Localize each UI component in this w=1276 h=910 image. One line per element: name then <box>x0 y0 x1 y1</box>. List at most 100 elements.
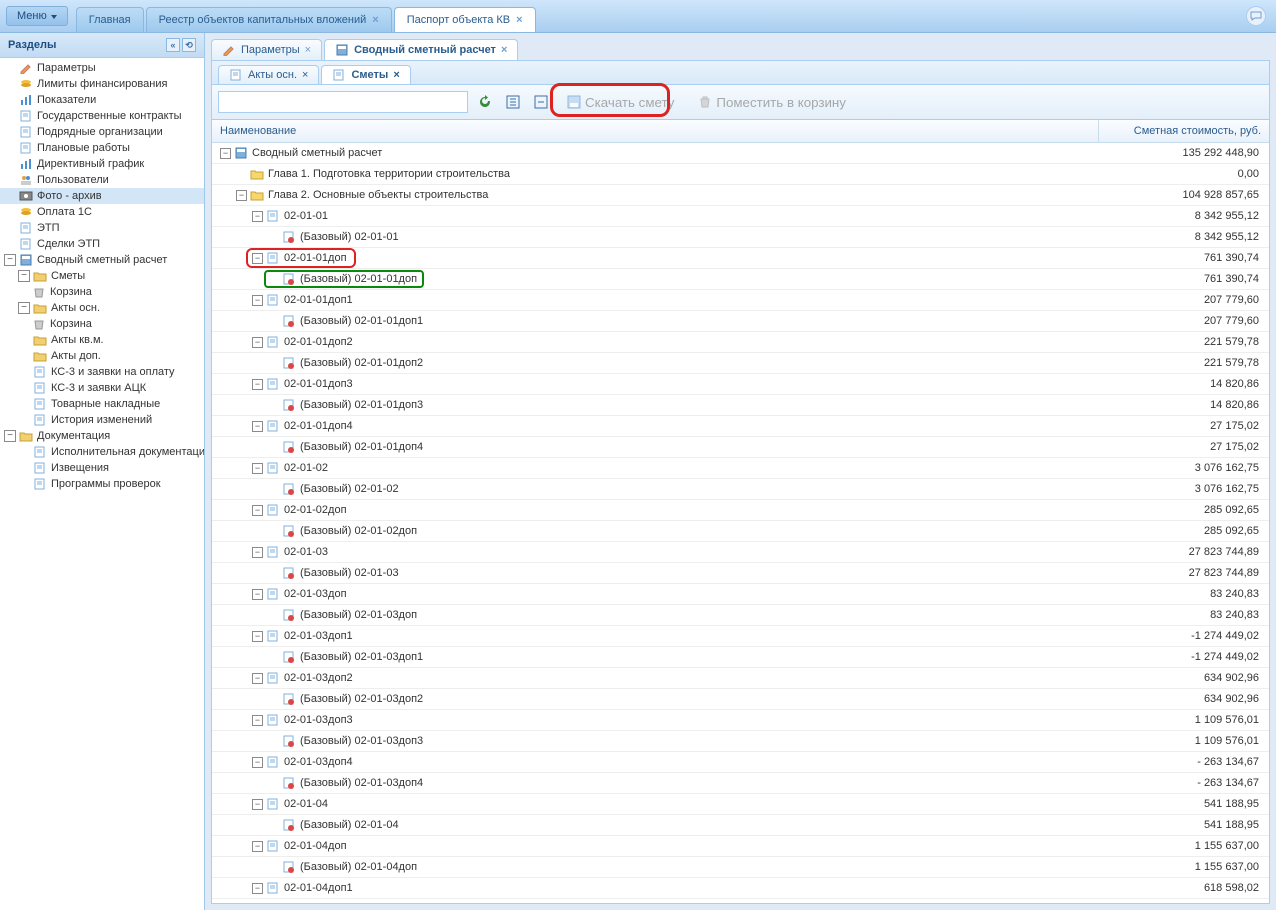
sidebar-item[interactable]: −Сметы <box>0 268 204 284</box>
sidebar-item[interactable]: Программы проверок <box>0 476 204 492</box>
expand-button[interactable] <box>502 91 524 113</box>
tree-toggle[interactable]: − <box>4 430 16 442</box>
row-toggle[interactable]: − <box>252 505 263 516</box>
table-row[interactable]: (Базовый) 02-01-018 342 955,12 <box>212 227 1269 248</box>
sidebar-item[interactable]: Сделки ЭТП <box>0 236 204 252</box>
sec-tab[interactable]: Сметы× <box>321 65 410 84</box>
table-row[interactable]: (Базовый) 02-01-01доп314 820,86 <box>212 395 1269 416</box>
table-row[interactable]: −02-01-01доп427 175,02 <box>212 416 1269 437</box>
table-row[interactable]: −02-01-04541 188,95 <box>212 794 1269 815</box>
close-icon[interactable]: × <box>305 44 311 56</box>
table-row[interactable]: −02-01-03доп4- 263 134,67 <box>212 752 1269 773</box>
table-row[interactable]: −02-01-03доп1-1 274 449,02 <box>212 626 1269 647</box>
table-row[interactable]: (Базовый) 02-01-01доп427 175,02 <box>212 437 1269 458</box>
sidebar-item[interactable]: −Документация <box>0 428 204 444</box>
sidebar-item[interactable]: −Акты осн. <box>0 300 204 316</box>
col-header-cost[interactable]: Сметная стоимость, руб. <box>1099 120 1269 142</box>
sidebar-item[interactable]: Показатели <box>0 92 204 108</box>
sidebar-item[interactable]: Акты доп. <box>0 348 204 364</box>
row-toggle[interactable]: − <box>252 757 263 768</box>
tree-toggle[interactable]: − <box>4 254 16 266</box>
row-toggle[interactable]: − <box>220 148 231 159</box>
table-row[interactable]: (Базовый) 02-01-01доп761 390,74 <box>212 269 1269 290</box>
row-toggle[interactable]: − <box>252 883 263 894</box>
sidebar-item[interactable]: КС-3 и заявки АЦК <box>0 380 204 396</box>
row-toggle[interactable]: − <box>252 547 263 558</box>
table-row[interactable]: (Базовый) 02-01-03доп4- 263 134,67 <box>212 773 1269 794</box>
sidebar-item[interactable]: Товарные накладные <box>0 396 204 412</box>
row-toggle[interactable]: − <box>252 295 263 306</box>
table-row[interactable]: −02-01-03доп83 240,83 <box>212 584 1269 605</box>
table-row[interactable]: −02-01-04доп1 155 637,00 <box>212 836 1269 857</box>
sidebar-item[interactable]: Плановые работы <box>0 140 204 156</box>
sidebar-item[interactable]: Корзина <box>0 284 204 300</box>
sidebar-item[interactable]: Пользователи <box>0 172 204 188</box>
table-row[interactable]: (Базовый) 02-01-04541 188,95 <box>212 815 1269 836</box>
top-tab[interactable]: Главная <box>76 7 144 32</box>
close-icon[interactable]: × <box>516 14 522 26</box>
table-row[interactable]: −02-01-0327 823 744,89 <box>212 542 1269 563</box>
table-row[interactable]: −02-01-018 342 955,12 <box>212 206 1269 227</box>
inner-tab[interactable]: Параметры× <box>211 39 322 60</box>
collapse-button[interactable] <box>530 91 552 113</box>
table-row[interactable]: (Базовый) 02-01-0327 823 744,89 <box>212 563 1269 584</box>
col-header-name[interactable]: Наименование <box>212 120 1099 142</box>
refresh-button[interactable] <box>474 91 496 113</box>
row-toggle[interactable]: − <box>252 841 263 852</box>
sidebar-item[interactable]: Лимиты финансирования <box>0 76 204 92</box>
sidebar-item[interactable]: Исполнительная документация <box>0 444 204 460</box>
table-row[interactable]: (Базовый) 02-01-01доп2221 579,78 <box>212 353 1269 374</box>
sidebar-item[interactable]: Директивный график <box>0 156 204 172</box>
table-row[interactable]: −02-01-01доп2221 579,78 <box>212 332 1269 353</box>
sidebar-item[interactable]: ЭТП <box>0 220 204 236</box>
download-button[interactable]: Скачать смету <box>558 91 683 113</box>
table-row[interactable]: Глава 1. Подготовка территории строитель… <box>212 164 1269 185</box>
row-toggle[interactable]: − <box>252 337 263 348</box>
table-row[interactable]: −02-01-03доп2634 902,96 <box>212 668 1269 689</box>
row-toggle[interactable]: − <box>252 211 263 222</box>
search-input[interactable] <box>218 91 468 113</box>
inner-tab[interactable]: Сводный сметный расчет× <box>324 39 518 60</box>
sidebar-item[interactable]: −Сводный сметный расчет <box>0 252 204 268</box>
table-row[interactable]: (Базовый) 02-01-03доп2634 902,96 <box>212 689 1269 710</box>
close-icon[interactable]: × <box>501 44 507 56</box>
sidebar-item[interactable]: Параметры <box>0 60 204 76</box>
refresh-icon[interactable]: ⟲ <box>182 38 196 52</box>
tree-toggle[interactable]: − <box>18 270 30 282</box>
table-row[interactable]: (Базовый) 02-01-02доп285 092,65 <box>212 521 1269 542</box>
row-toggle[interactable]: − <box>252 463 263 474</box>
table-row[interactable]: −02-01-02доп285 092,65 <box>212 500 1269 521</box>
sidebar-item[interactable]: Корзина <box>0 316 204 332</box>
close-icon[interactable]: × <box>393 69 399 81</box>
row-toggle[interactable]: − <box>252 715 263 726</box>
tree-toggle[interactable]: − <box>18 302 30 314</box>
table-row[interactable]: −02-01-01доп1207 779,60 <box>212 290 1269 311</box>
row-toggle[interactable]: − <box>252 631 263 642</box>
top-tab[interactable]: Паспорт объекта КВ× <box>394 7 536 32</box>
table-row[interactable]: −02-01-023 076 162,75 <box>212 458 1269 479</box>
table-row[interactable]: −02-01-01доп761 390,74 <box>212 248 1269 269</box>
table-row[interactable]: (Базовый) 02-01-01доп1207 779,60 <box>212 311 1269 332</box>
table-row[interactable]: (Базовый) 02-01-03доп31 109 576,01 <box>212 731 1269 752</box>
row-toggle[interactable]: − <box>252 589 263 600</box>
sidebar-item[interactable]: Фото - архив <box>0 188 204 204</box>
row-toggle[interactable]: − <box>252 253 263 264</box>
row-toggle[interactable]: − <box>252 379 263 390</box>
table-row[interactable]: −02-01-03доп31 109 576,01 <box>212 710 1269 731</box>
table-row[interactable]: (Базовый) 02-01-03доп83 240,83 <box>212 605 1269 626</box>
table-row[interactable]: (Базовый) 02-01-03доп1-1 274 449,02 <box>212 647 1269 668</box>
sec-tab[interactable]: Акты осн.× <box>218 65 319 84</box>
chat-icon[interactable] <box>1246 6 1266 26</box>
close-icon[interactable]: × <box>302 69 308 81</box>
row-toggle[interactable]: − <box>236 190 247 201</box>
table-row[interactable]: −02-01-01доп314 820,86 <box>212 374 1269 395</box>
table-row[interactable]: −Глава 2. Основные объекты строительства… <box>212 185 1269 206</box>
close-icon[interactable]: × <box>372 14 378 26</box>
sidebar-item[interactable]: КС-3 и заявки на оплату <box>0 364 204 380</box>
menu-button[interactable]: Меню <box>6 6 68 26</box>
table-row[interactable]: (Базовый) 02-01-023 076 162,75 <box>212 479 1269 500</box>
grid-body[interactable]: −Сводный сметный расчет135 292 448,90Гла… <box>212 143 1269 903</box>
row-toggle[interactable]: − <box>252 421 263 432</box>
table-row[interactable]: (Базовый) 02-01-04доп1 155 637,00 <box>212 857 1269 878</box>
sidebar-item[interactable]: Государственные контракты <box>0 108 204 124</box>
